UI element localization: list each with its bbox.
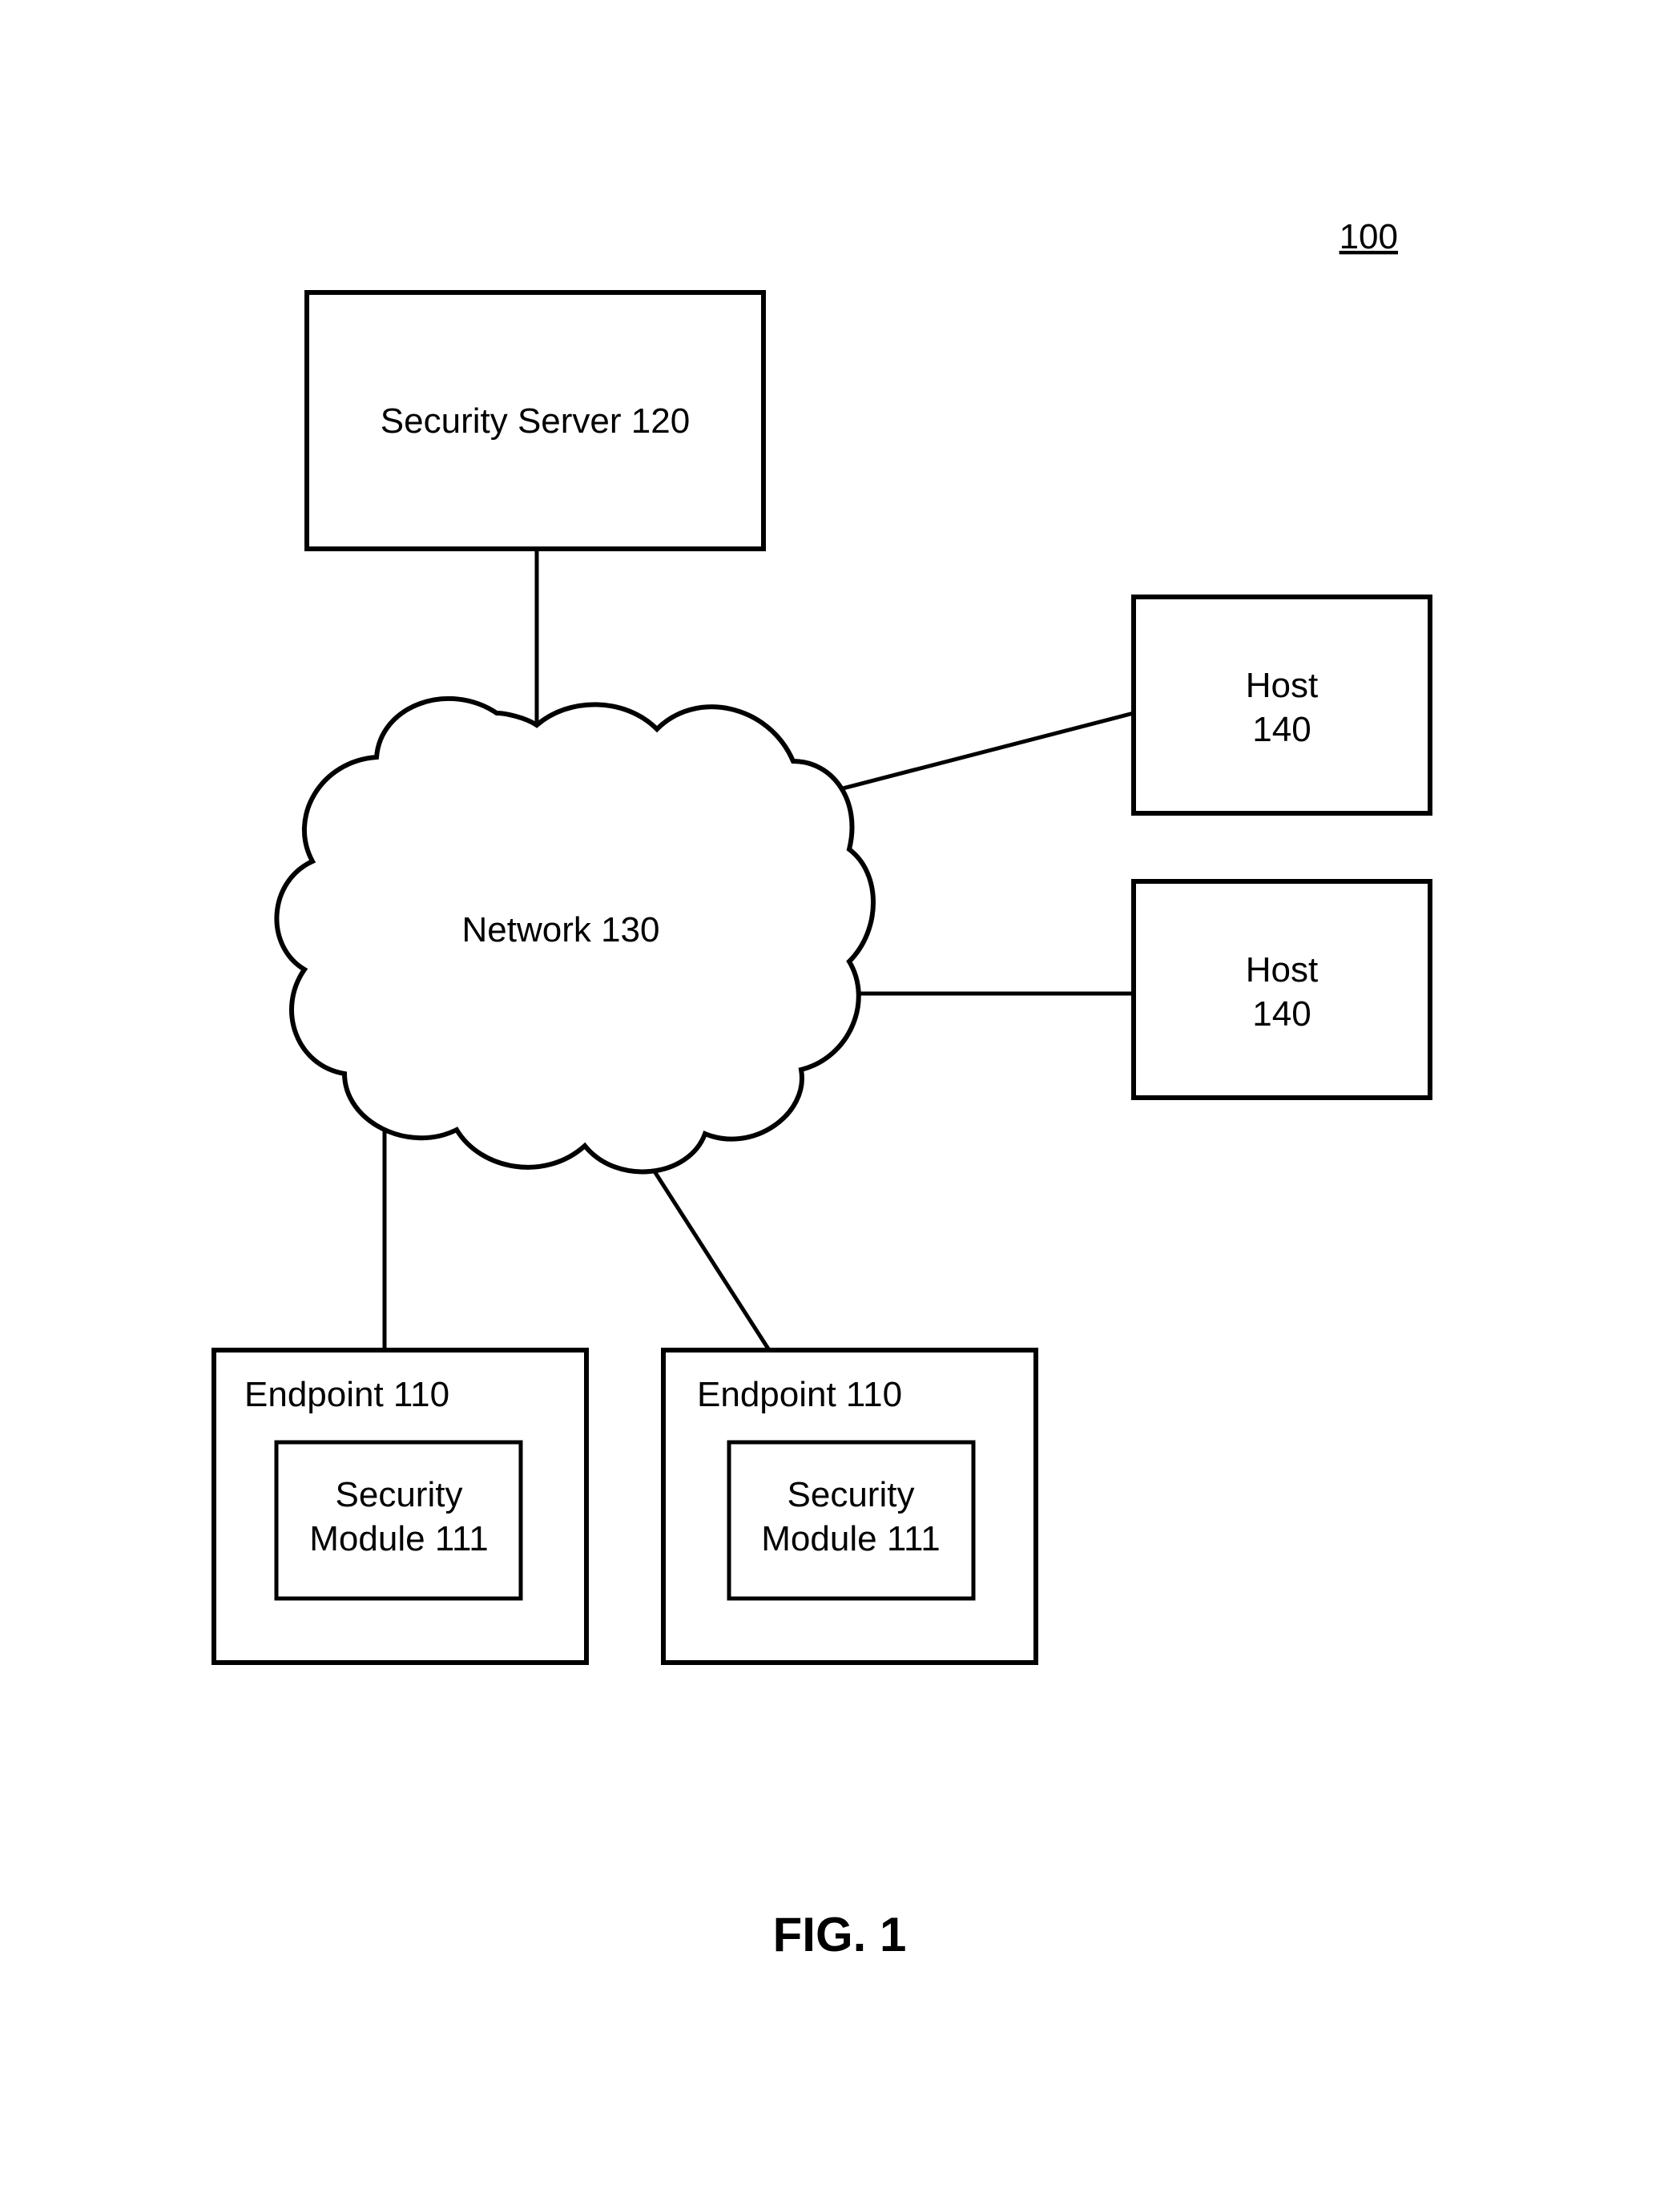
host2-label-line1: Host xyxy=(1246,950,1318,990)
figure-ref-number: 100 xyxy=(1340,217,1398,256)
host1-box xyxy=(1134,597,1430,813)
diagram-canvas: 100 Security Server 120 Host 140 Host 14… xyxy=(0,0,1680,2189)
endpoint2-label: Endpoint 110 xyxy=(697,1375,902,1414)
endpoint2-module-line1: Security xyxy=(788,1475,915,1514)
host2-label-line2: 140 xyxy=(1252,994,1311,1034)
endpoint1-module-line1: Security xyxy=(336,1475,463,1514)
endpoint1-label: Endpoint 110 xyxy=(244,1375,449,1414)
endpoint2-module-line2: Module 111 xyxy=(761,1519,940,1558)
host1-label-line2: 140 xyxy=(1252,710,1311,749)
connector-network-host1 xyxy=(793,713,1134,801)
host2-box xyxy=(1134,881,1430,1098)
security-server-label: Security Server 120 xyxy=(381,401,690,441)
host1-label-line1: Host xyxy=(1246,666,1318,705)
network-label: Network 130 xyxy=(461,910,659,949)
endpoint1-module-line2: Module 111 xyxy=(309,1519,488,1558)
figure-caption: FIG. 1 xyxy=(773,1908,907,1961)
